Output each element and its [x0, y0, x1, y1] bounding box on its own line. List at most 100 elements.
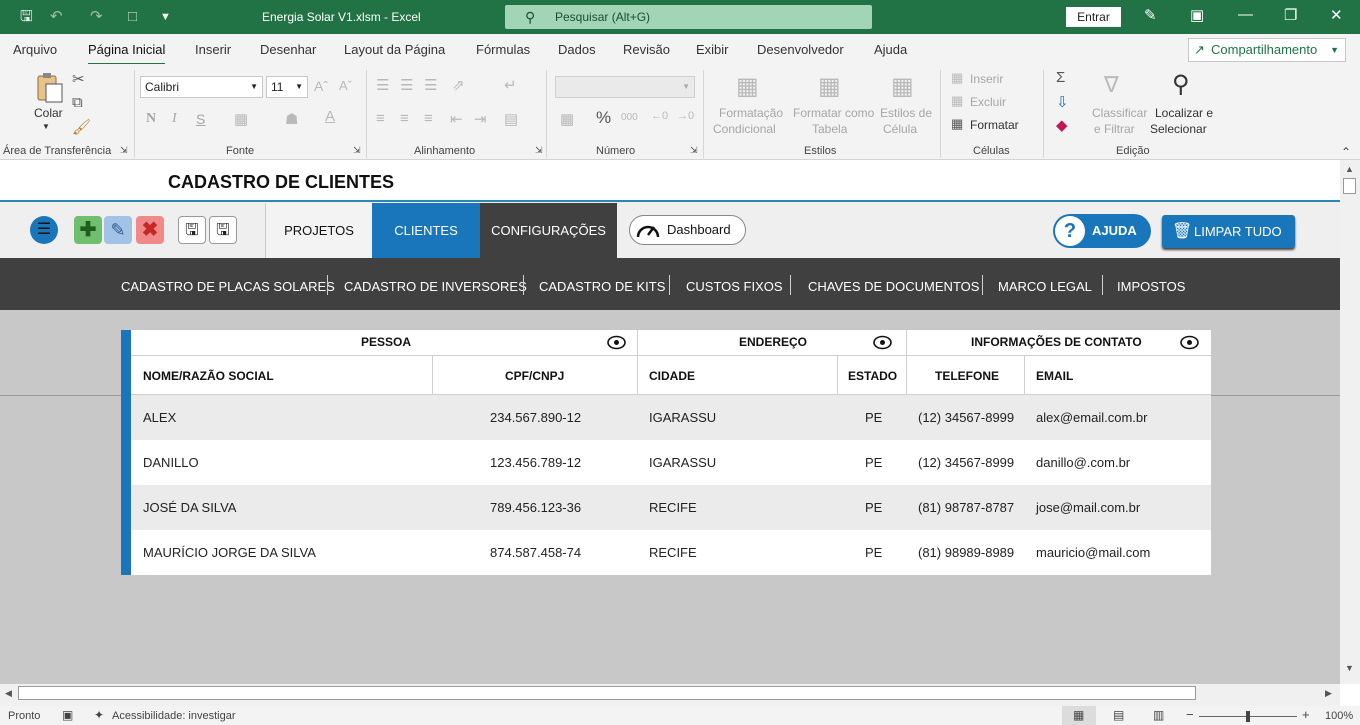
- format-as-table-label[interactable]: Formatar como: [793, 106, 874, 120]
- submenu-chaves[interactable]: CHAVES DE DOCUMENTOS: [808, 279, 979, 294]
- align-middle-icon[interactable]: ☰: [400, 76, 413, 94]
- merge-center-icon[interactable]: ▤: [504, 110, 518, 128]
- delete-cells-label[interactable]: Excluir: [970, 95, 1006, 109]
- dialog-launcher-icon[interactable]: ⇲: [535, 145, 543, 156]
- align-bottom-icon[interactable]: ☰: [424, 76, 437, 94]
- cell-styles-icon[interactable]: ▦: [891, 72, 914, 101]
- accessibility-icon[interactable]: ✦: [94, 708, 104, 722]
- customize-quick-access-icon[interactable]: ▼: [160, 8, 171, 26]
- comma-style-icon[interactable]: 000: [621, 112, 638, 123]
- percent-icon[interactable]: %: [596, 108, 611, 128]
- clear-all-button[interactable]: 🗑 LIMPAR TUDO: [1162, 215, 1295, 248]
- cell-styles-label[interactable]: Estilos de: [880, 106, 932, 120]
- sort-filter-icon[interactable]: ∇: [1104, 72, 1119, 98]
- macro-record-icon[interactable]: ▣: [62, 708, 73, 722]
- tab-dados[interactable]: Dados: [558, 42, 596, 57]
- insert-cells-icon[interactable]: ▦: [951, 70, 963, 86]
- eye-icon[interactable]: [607, 335, 626, 350]
- page-layout-icon[interactable]: ▤: [1113, 708, 1124, 722]
- tab-desenvolvedor[interactable]: Desenvolvedor: [757, 42, 844, 57]
- tab-pagina-inicial[interactable]: Página Inicial: [88, 42, 166, 66]
- save-icon[interactable]: 🖫: [20, 8, 33, 26]
- help-button[interactable]: ? AJUDA: [1053, 214, 1151, 248]
- delete-icon[interactable]: ✖: [136, 216, 164, 244]
- dialog-launcher-icon[interactable]: ⇲: [120, 145, 128, 156]
- font-size-select[interactable]: 11 ▼: [266, 76, 308, 98]
- comment-icon[interactable]: □: [128, 8, 137, 26]
- font-color-icon[interactable]: A: [325, 108, 335, 125]
- table-row[interactable]: JOSÉ DA SILVA 789.456.123-36 RECIFE PE (…: [131, 485, 1211, 530]
- wrap-text-icon[interactable]: ↵: [504, 76, 517, 94]
- zoom-slider-thumb[interactable]: [1246, 711, 1250, 722]
- paste-label[interactable]: Colar: [34, 106, 63, 120]
- menu-icon[interactable]: ☰: [30, 216, 58, 244]
- scroll-up-icon[interactable]: ▲: [1345, 164, 1354, 174]
- number-format-select[interactable]: ▼: [555, 76, 695, 98]
- format-as-table-icon[interactable]: ▦: [818, 72, 841, 101]
- tab-configuracoes[interactable]: CONFIGURAÇÕES: [480, 203, 617, 259]
- column-header-email[interactable]: EMAIL: [1036, 369, 1073, 383]
- align-top-icon[interactable]: ☰: [376, 76, 389, 94]
- tab-ajuda[interactable]: Ajuda: [874, 42, 907, 57]
- conditional-format-label[interactable]: Formatação: [719, 106, 783, 120]
- add-icon[interactable]: ✚: [74, 216, 102, 244]
- format-painter-icon[interactable]: 🖌: [72, 118, 91, 136]
- dialog-launcher-icon[interactable]: ⇲: [353, 145, 361, 156]
- table-row[interactable]: MAURÍCIO JORGE DA SILVA 874.587.458-74 R…: [131, 530, 1211, 575]
- tab-desenhar[interactable]: Desenhar: [260, 42, 316, 57]
- horizontal-scrollbar[interactable]: ◀ ▶: [0, 684, 1340, 706]
- find-select-label[interactable]: Localizar e: [1155, 106, 1213, 120]
- table-row[interactable]: ALEX 234.567.890-12 IGARASSU PE (12) 345…: [131, 395, 1211, 440]
- submenu-placas[interactable]: CADASTRO DE PLACAS SOLARES: [121, 279, 335, 294]
- insert-cells-label[interactable]: Inserir: [970, 72, 1003, 86]
- submenu-custos[interactable]: CUSTOS FIXOS: [686, 279, 783, 294]
- italic-button[interactable]: I: [172, 111, 177, 127]
- increase-decimal-icon[interactable]: ←0: [651, 110, 668, 122]
- copy-icon[interactable]: ⧉: [72, 94, 83, 111]
- fill-icon[interactable]: ⇩: [1056, 93, 1069, 111]
- submenu-inversores[interactable]: CADASTRO DE INVERSORES: [344, 279, 527, 294]
- zoom-level[interactable]: 100%: [1325, 710, 1353, 722]
- eye-icon[interactable]: [873, 335, 892, 350]
- bold-button[interactable]: N: [146, 111, 156, 127]
- align-left-icon[interactable]: ≡: [376, 110, 385, 127]
- dashboard-button[interactable]: Dashboard: [629, 215, 746, 245]
- edit-icon[interactable]: ✎: [104, 216, 132, 244]
- scroll-right-icon[interactable]: ▶: [1325, 688, 1332, 699]
- chevron-down-icon[interactable]: ▼: [42, 122, 50, 131]
- column-header-estado[interactable]: ESTADO: [848, 369, 897, 383]
- underline-button[interactable]: S: [196, 111, 205, 127]
- submenu-marco-legal[interactable]: MARCO LEGAL: [998, 279, 1092, 294]
- column-header-cidade[interactable]: CIDADE: [649, 369, 695, 383]
- autosum-icon[interactable]: Σ: [1056, 69, 1065, 86]
- vertical-scroll-thumb[interactable]: [1343, 178, 1356, 194]
- submenu-impostos[interactable]: IMPOSTOS: [1117, 279, 1185, 294]
- zoom-in-icon[interactable]: +: [1302, 707, 1310, 722]
- tab-arquivo[interactable]: Arquivo: [13, 42, 57, 57]
- accounting-format-icon[interactable]: ▦: [560, 110, 574, 128]
- format-cells-icon[interactable]: ▦: [951, 116, 963, 132]
- accessibility-status[interactable]: Acessibilidade: investigar: [112, 710, 236, 722]
- decrease-indent-icon[interactable]: ⇤: [450, 110, 463, 128]
- tab-layout[interactable]: Layout da Página: [344, 42, 445, 57]
- undo-icon[interactable]: ↶: [50, 8, 63, 26]
- search-box[interactable]: ⚲ Pesquisar (Alt+G): [505, 5, 872, 29]
- vertical-scrollbar[interactable]: ▲ ▼: [1340, 160, 1360, 684]
- find-select-icon[interactable]: ⚲: [1172, 70, 1190, 99]
- scroll-left-icon[interactable]: ◀: [5, 688, 12, 699]
- align-center-icon[interactable]: ≡: [400, 110, 409, 127]
- paste-icon[interactable]: [34, 72, 64, 104]
- column-header-telefone[interactable]: TELEFONE: [935, 369, 999, 383]
- dialog-launcher-icon[interactable]: ⇲: [690, 145, 698, 156]
- tab-projetos[interactable]: PROJETOS: [265, 203, 372, 259]
- save-icon[interactable]: 🖫: [178, 216, 206, 244]
- horizontal-scroll-thumb[interactable]: [18, 686, 1196, 700]
- sort-filter-label[interactable]: Classificar: [1092, 106, 1147, 120]
- find-select-label-2[interactable]: Selecionar: [1150, 122, 1207, 136]
- ribbon-display-icon[interactable]: ▣: [1190, 6, 1204, 24]
- submenu-kits[interactable]: CADASTRO DE KITS: [539, 279, 665, 294]
- increase-font-icon[interactable]: Aˆ: [314, 78, 328, 94]
- column-header-cpf[interactable]: CPF/CNPJ: [505, 369, 564, 383]
- font-name-select[interactable]: Calibri ▼: [140, 76, 263, 98]
- zoom-out-icon[interactable]: −: [1186, 707, 1194, 722]
